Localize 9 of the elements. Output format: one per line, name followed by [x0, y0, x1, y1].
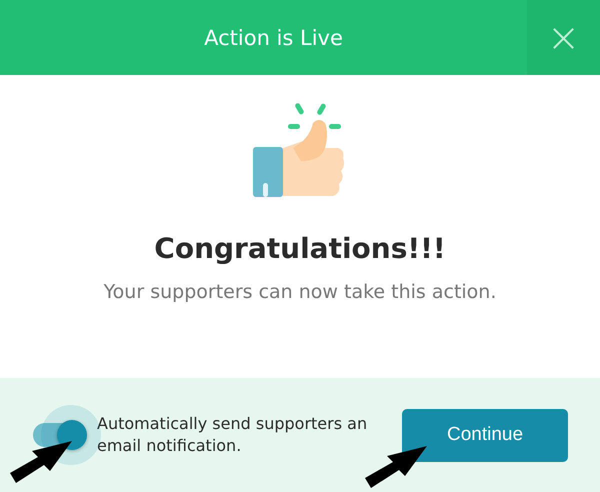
- close-button[interactable]: ×: [527, 0, 600, 75]
- thumbs-up-icon: [253, 103, 347, 199]
- heading: Congratulations!!!: [154, 232, 446, 265]
- arrow-icon: [365, 446, 427, 488]
- message-text: Your supporters can now take this action.: [104, 281, 496, 303]
- arrow-icon: [10, 441, 72, 483]
- continue-button[interactable]: Continue: [402, 408, 568, 462]
- dialog-title: Action is Live: [203, 26, 344, 50]
- toggle-label: Automatically send supporters an email notification.: [97, 413, 368, 457]
